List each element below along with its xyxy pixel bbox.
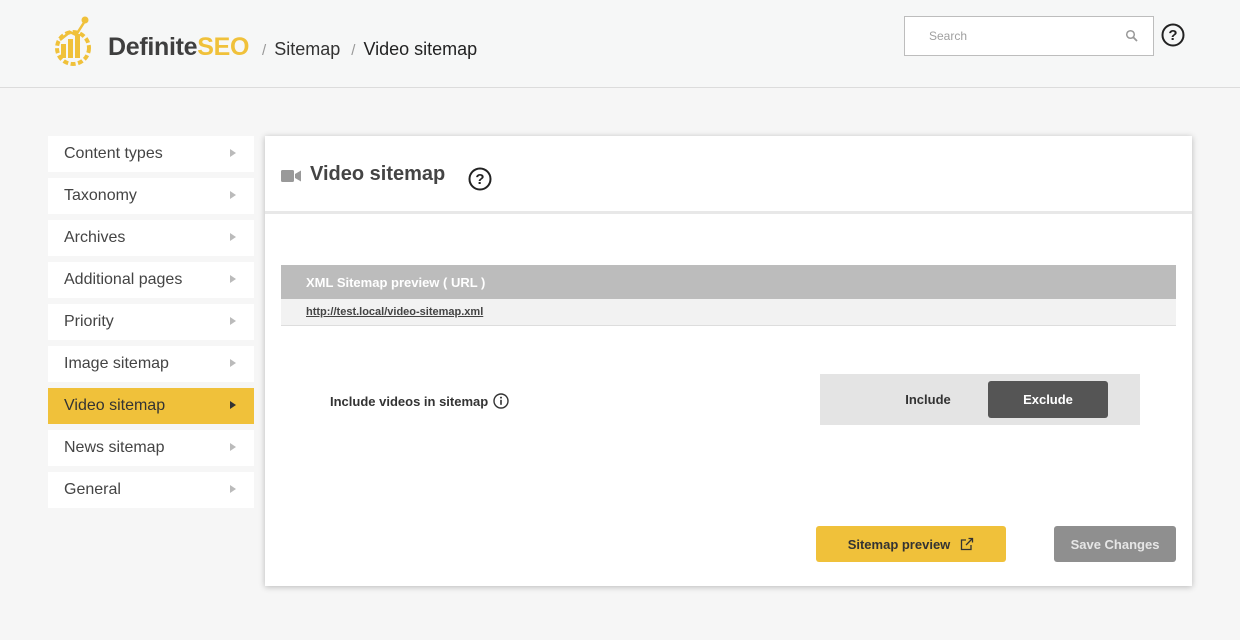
sidebar-item-label: Priority — [64, 313, 114, 330]
sitemap-preview-button[interactable]: Sitemap preview — [816, 526, 1006, 562]
sidebar: Content types Taxonomy Archives Addition… — [48, 136, 254, 514]
breadcrumb-current: Video sitemap — [363, 39, 478, 59]
sidebar-item-label: Archives — [64, 229, 126, 246]
panel-header: Video sitemap ? — [265, 136, 1192, 214]
xml-preview-row: http://test.local/video-sitemap.xml — [281, 299, 1176, 326]
chevron-right-icon — [230, 149, 236, 157]
sidebar-item-additional-pages[interactable]: Additional pages — [48, 262, 254, 298]
brand-name-part2: SEO — [197, 33, 250, 61]
svg-text:?: ? — [1168, 27, 1177, 44]
sidebar-item-label: General — [64, 481, 121, 498]
chevron-right-icon — [230, 401, 236, 409]
sidebar-item-archives[interactable]: Archives — [48, 220, 254, 256]
svg-text:?: ? — [475, 171, 484, 188]
sidebar-item-label: Additional pages — [64, 271, 183, 288]
xml-preview-header: XML Sitemap preview ( URL ) — [281, 265, 1176, 299]
chevron-right-icon — [230, 233, 236, 241]
exclude-option[interactable]: Exclude — [988, 381, 1108, 418]
search-box[interactable] — [904, 16, 1154, 56]
sidebar-item-content-types[interactable]: Content types — [48, 136, 254, 172]
help-circle-icon[interactable]: ? — [1161, 23, 1185, 47]
sidebar-item-taxonomy[interactable]: Taxonomy — [48, 178, 254, 214]
sidebar-item-label: Image sitemap — [64, 355, 169, 372]
search-icon[interactable] — [1125, 29, 1139, 43]
external-link-icon — [961, 537, 974, 551]
search-input[interactable] — [905, 17, 1115, 55]
xml-preview-url-link[interactable]: http://test.local/video-sitemap.xml — [306, 306, 483, 318]
sidebar-item-news-sitemap[interactable]: News sitemap — [48, 430, 254, 466]
sidebar-item-priority[interactable]: Priority — [48, 304, 254, 340]
sidebar-item-label: Taxonomy — [64, 187, 137, 204]
brand-name[interactable]: DefiniteSEO — [108, 33, 249, 62]
breadcrumb-sitemap[interactable]: Sitemap — [274, 39, 340, 59]
sidebar-item-label: Content types — [64, 145, 163, 162]
video-camera-icon — [281, 170, 301, 182]
breadcrumb-separator: / — [351, 42, 356, 59]
settings-panel: Video sitemap ? XML Sitemap preview ( UR… — [265, 136, 1192, 586]
option-row-label: Include videos in sitemap — [330, 393, 509, 409]
chevron-right-icon — [230, 485, 236, 493]
sidebar-item-label: Video sitemap — [64, 397, 166, 414]
save-changes-button[interactable]: Save Changes — [1054, 526, 1176, 562]
definiteseo-logo[interactable] — [52, 14, 94, 68]
breadcrumb: / Sitemap / Video sitemap — [262, 39, 477, 60]
xml-sitemap-preview: XML Sitemap preview ( URL ) http://test.… — [281, 265, 1176, 326]
help-circle-icon[interactable]: ? — [468, 167, 492, 191]
header: DefiniteSEO / Sitemap / Video sitemap ? — [0, 0, 1240, 88]
chevron-right-icon — [230, 191, 236, 199]
include-videos-label: Include videos in sitemap — [330, 393, 489, 409]
sitemap-preview-label: Sitemap preview — [847, 536, 951, 552]
page-title: Video sitemap — [310, 163, 446, 185]
include-exclude-toggle: Include Exclude — [820, 374, 1140, 425]
info-icon[interactable] — [493, 393, 509, 409]
sidebar-item-general[interactable]: General — [48, 472, 254, 508]
chevron-right-icon — [230, 275, 236, 283]
sidebar-item-video-sitemap[interactable]: Video sitemap — [48, 388, 254, 424]
sidebar-item-image-sitemap[interactable]: Image sitemap — [48, 346, 254, 382]
breadcrumb-separator: / — [262, 42, 267, 59]
sidebar-item-label: News sitemap — [64, 439, 165, 456]
chevron-right-icon — [230, 317, 236, 325]
include-option[interactable]: Include — [868, 381, 988, 418]
brand-name-part1: Definite — [108, 33, 198, 61]
chevron-right-icon — [230, 443, 236, 451]
chevron-right-icon — [230, 359, 236, 367]
